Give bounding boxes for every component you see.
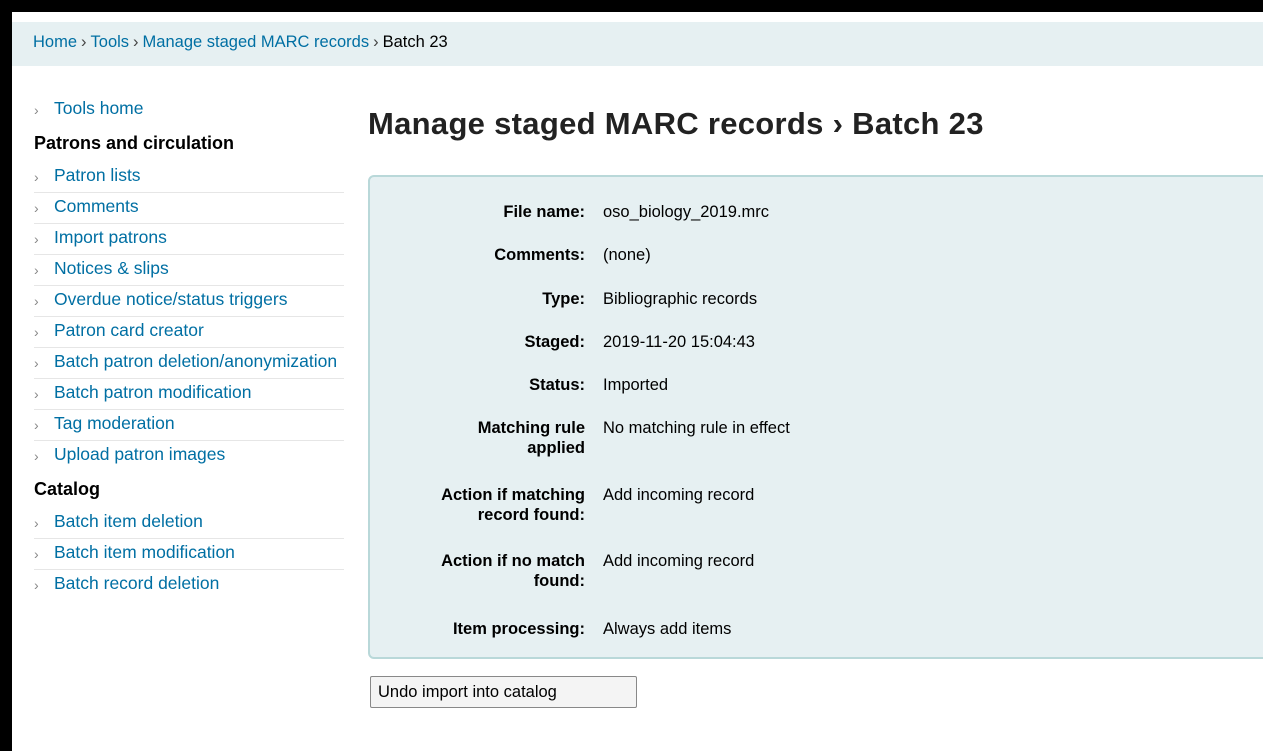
sidebar-item-label[interactable]: Batch item modification [54, 542, 235, 562]
detail-value-staged: 2019-11-20 15:04:43 [603, 333, 755, 351]
sidebar-item-label[interactable]: Overdue notice/status triggers [54, 289, 287, 309]
sidebar-item-label[interactable]: Tools home [54, 98, 144, 118]
sidebar-item-import-patrons[interactable]: › Import patrons [34, 224, 344, 255]
sidebar-item-notices-slips[interactable]: › Notices & slips [34, 255, 344, 286]
breadcrumb-separator: › [81, 33, 87, 51]
breadcrumb-separator: › [373, 33, 379, 51]
chevron-right-icon: › [34, 546, 39, 562]
sidebar-item-upload-patron-images[interactable]: › Upload patron images [34, 441, 344, 471]
detail-label: Status: [529, 376, 585, 394]
sidebar-item-label[interactable]: Upload patron images [54, 444, 225, 464]
sidebar-item-label[interactable]: Batch patron deletion/anonymization [54, 351, 337, 371]
chevron-right-icon: › [34, 386, 39, 402]
detail-label: Comments: [494, 246, 585, 264]
detail-value-matching-rule: No matching rule in effect [603, 419, 790, 437]
detail-label: Matching rule applied [410, 418, 585, 458]
sidebar-item-patron-lists[interactable]: › Patron lists [34, 162, 344, 193]
sidebar-nav: › Tools home Patrons and circulation › Pat… [34, 95, 344, 600]
sidebar-item-batch-record-deletion[interactable]: › Batch record deletion [34, 570, 344, 600]
section-heading-catalog: Catalog [34, 479, 101, 499]
sidebar-item-label[interactable]: Batch item deletion [54, 511, 203, 531]
sidebar-item-label[interactable]: Tag moderation [54, 413, 175, 433]
detail-label-line: Matching rule [477, 419, 585, 437]
chevron-right-icon: › [34, 169, 39, 185]
detail-label-line: found: [533, 572, 585, 590]
chevron-right-icon: › [34, 515, 39, 531]
sidebar-item-tag-moderation[interactable]: › Tag moderation [34, 410, 344, 441]
detail-label: Item processing: [452, 620, 585, 638]
detail-value-file-name: oso_biology_2019.mrc [603, 203, 770, 221]
chevron-right-icon: › [34, 200, 39, 216]
undo-import-button[interactable]: Undo import into catalog [370, 676, 637, 708]
sidebar-item-batch-item-modification[interactable]: › Batch item modification [34, 539, 344, 570]
sidebar-item-tools-home[interactable]: › Tools home [34, 95, 344, 125]
sidebar-item-label[interactable]: Import patrons [54, 227, 167, 247]
breadcrumb-separator: › [133, 33, 139, 51]
sidebar-item-label[interactable]: Batch patron modification [54, 382, 251, 402]
sidebar-item-label[interactable]: Notices & slips [54, 258, 169, 278]
detail-value-type: Bibliographic records [603, 290, 758, 308]
chevron-right-icon: › [34, 293, 39, 309]
sidebar-item-overdue-triggers[interactable]: › Overdue notice/status triggers [34, 286, 344, 317]
breadcrumb: Home › Tools › Manage staged MARC records › Ba… [12, 22, 1263, 66]
section-heading-patrons: Patrons and circulation [34, 133, 235, 153]
chevron-right-icon: › [34, 417, 39, 433]
detail-label: Type: [542, 290, 585, 308]
detail-label: Staged: [524, 333, 585, 351]
detail-label-line: applied [527, 439, 585, 457]
sidebar-item-batch-item-deletion[interactable]: › Batch item deletion [34, 508, 344, 539]
chevron-right-icon: › [34, 102, 39, 118]
sidebar-item-comments[interactable]: › Comments [34, 193, 344, 224]
breadcrumb-manage-staged[interactable]: Manage staged MARC records [143, 33, 370, 51]
detail-label-line: record found: [477, 506, 585, 524]
sidebar-item-label[interactable]: Comments [54, 196, 139, 216]
sidebar-item-label[interactable]: Patron card creator [54, 320, 204, 340]
detail-value-status: Imported [603, 376, 669, 394]
chevron-right-icon: › [34, 324, 39, 340]
sidebar-item-batch-patron-modification[interactable]: › Batch patron modification [34, 379, 344, 410]
detail-value-action-nomatch: Add incoming record [603, 552, 755, 570]
sidebar-item-batch-patron-deletion[interactable]: › Batch patron deletion/anonymization [34, 348, 344, 379]
detail-label-line: Action if no match [441, 552, 585, 570]
chevron-right-icon: › [34, 355, 39, 371]
detail-value-comments: (none) [603, 246, 651, 264]
page-title: Manage staged MARC records › Batch 23 [368, 106, 984, 141]
detail-label: File name: [503, 203, 585, 221]
detail-value-action-match: Add incoming record [603, 486, 755, 504]
detail-value-item-processing: Always add items [603, 620, 732, 638]
breadcrumb-current: Batch 23 [382, 33, 448, 51]
chevron-right-icon: › [34, 231, 39, 247]
detail-label-line: Action if matching [441, 486, 585, 504]
breadcrumb-tools[interactable]: Tools [91, 33, 130, 51]
chevron-right-icon: › [34, 577, 39, 593]
sidebar-item-label[interactable]: Patron lists [54, 165, 141, 185]
sidebar-item-patron-card-creator[interactable]: › Patron card creator [34, 317, 344, 348]
sidebar-item-label[interactable]: Batch record deletion [54, 573, 219, 593]
detail-label: Action if no match found: [410, 551, 585, 591]
batch-details-panel: File name: oso_biology_2019.mrc Comments… [368, 175, 1263, 659]
chevron-right-icon: › [34, 448, 39, 464]
detail-label: Action if matching record found: [410, 485, 585, 525]
chevron-right-icon: › [34, 262, 39, 278]
breadcrumb-home[interactable]: Home [33, 33, 77, 51]
